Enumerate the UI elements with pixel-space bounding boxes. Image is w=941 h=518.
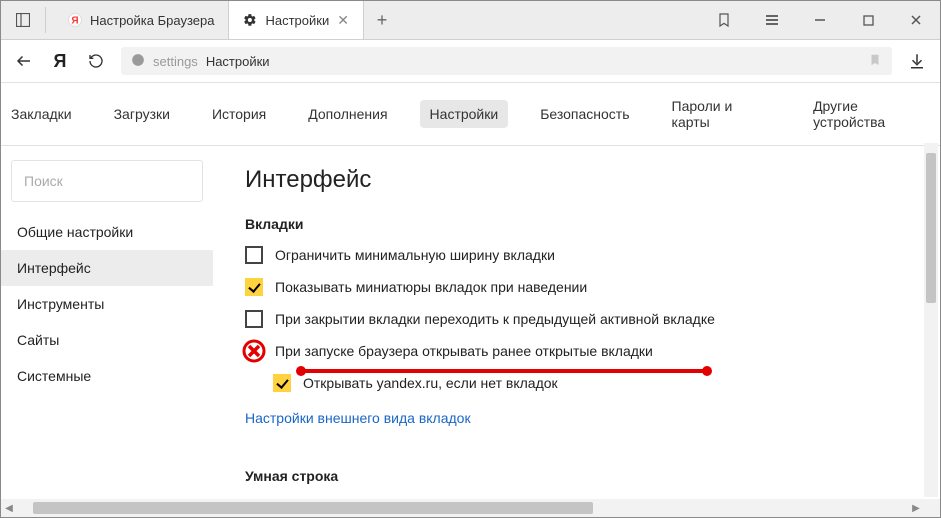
- window-minimize-button[interactable]: [796, 1, 844, 39]
- window-close-button[interactable]: [892, 1, 940, 39]
- tabs-section-title: Вкладки: [245, 216, 916, 232]
- checkbox-checked-icon[interactable]: [273, 374, 291, 392]
- address-bar[interactable]: settings Настройки: [121, 47, 892, 75]
- yandex-favicon-icon: Я: [68, 13, 82, 27]
- tab-title: Настройка Браузера: [90, 13, 214, 28]
- sidebar-item-general[interactable]: Общие настройки: [1, 214, 213, 250]
- settings-sidebar: Общие настройки Интерфейс Инструменты Са…: [1, 214, 213, 394]
- topnav-settings[interactable]: Настройки: [420, 100, 509, 128]
- bookmark-flag-icon[interactable]: [700, 1, 748, 39]
- downloads-button[interactable]: [906, 50, 928, 72]
- tab-active[interactable]: Настройки ✕: [228, 1, 363, 39]
- checkbox-checked-icon[interactable]: [245, 278, 263, 296]
- home-yandex-button[interactable]: Я: [49, 50, 71, 72]
- vertical-scrollbar[interactable]: [924, 143, 938, 497]
- checkbox-icon[interactable]: [245, 310, 263, 328]
- settings-search-input[interactable]: Поиск: [11, 160, 203, 202]
- sidebar-item-tools[interactable]: Инструменты: [1, 286, 213, 322]
- option-label: Ограничить минимальную ширину вкладки: [275, 247, 555, 263]
- topnav-addons[interactable]: Дополнения: [298, 100, 397, 128]
- option-prev-tab[interactable]: При закрытии вкладки переходить к предыд…: [245, 310, 916, 328]
- sidebar-item-sites[interactable]: Сайты: [1, 322, 213, 358]
- cross-annotation-icon: [245, 342, 263, 360]
- option-label: Показывать миниатюры вкладок при наведен…: [275, 279, 587, 295]
- scroll-left-icon[interactable]: ◀: [1, 503, 17, 514]
- settings-topnav: Закладки Загрузки История Дополнения Нас…: [1, 83, 940, 146]
- topnav-downloads[interactable]: Загрузки: [104, 100, 180, 128]
- window-maximize-button[interactable]: [844, 1, 892, 39]
- checkbox-icon[interactable]: [245, 246, 263, 264]
- reload-button[interactable]: [85, 50, 107, 72]
- scrollbar-corner: [924, 499, 940, 517]
- page-heading: Интерфейс: [245, 166, 916, 194]
- sidebar-toggle-button[interactable]: [9, 1, 37, 39]
- topnav-history[interactable]: История: [202, 100, 276, 128]
- option-label: Открывать yandex.ru, если нет вкладок: [303, 375, 558, 391]
- option-min-width[interactable]: Ограничить минимальную ширину вкладки: [245, 246, 916, 264]
- gear-icon: [243, 13, 257, 27]
- tab-title: Настройки: [265, 13, 329, 28]
- url-title: Настройки: [206, 54, 270, 69]
- close-tab-icon[interactable]: ✕: [337, 12, 349, 29]
- divider: [45, 7, 46, 33]
- sidebar-item-system[interactable]: Системные: [1, 358, 213, 394]
- scrollbar-thumb[interactable]: [33, 502, 593, 514]
- url-text: settings: [153, 54, 198, 69]
- option-label: При запуске браузера открывать ранее отк…: [275, 343, 653, 359]
- new-tab-button[interactable]: +: [364, 1, 400, 39]
- smartline-title: Умная строка: [245, 468, 916, 484]
- topnav-devices[interactable]: Другие устройства: [803, 92, 940, 136]
- sidebar-item-interface[interactable]: Интерфейс: [1, 250, 213, 286]
- site-lock-icon: [131, 53, 145, 70]
- topnav-security[interactable]: Безопасность: [530, 100, 639, 128]
- svg-text:Я: Я: [71, 16, 78, 27]
- scroll-right-icon[interactable]: ▶: [908, 503, 924, 514]
- option-label: При закрытии вкладки переходить к предыд…: [275, 311, 715, 327]
- back-button[interactable]: [13, 50, 35, 72]
- search-placeholder: Поиск: [24, 173, 63, 189]
- scrollbar-thumb[interactable]: [926, 153, 936, 303]
- horizontal-scrollbar[interactable]: ◀ ▶: [1, 499, 924, 517]
- topnav-bookmarks[interactable]: Закладки: [1, 100, 82, 128]
- option-restore-tabs[interactable]: При запуске браузера открывать ранее отк…: [245, 342, 916, 360]
- menu-icon[interactable]: [748, 1, 796, 39]
- bookmark-page-icon[interactable]: [868, 52, 882, 71]
- tab-inactive[interactable]: Я Настройка Браузера: [54, 1, 228, 39]
- annotation-underline: [299, 369, 709, 373]
- tab-appearance-link[interactable]: Настройки внешнего вида вкладок: [245, 410, 471, 426]
- option-open-yandex[interactable]: Открывать yandex.ru, если нет вкладок: [273, 374, 916, 392]
- topnav-passwords[interactable]: Пароли и карты: [662, 92, 782, 136]
- option-thumbnails[interactable]: Показывать миниатюры вкладок при наведен…: [245, 278, 916, 296]
